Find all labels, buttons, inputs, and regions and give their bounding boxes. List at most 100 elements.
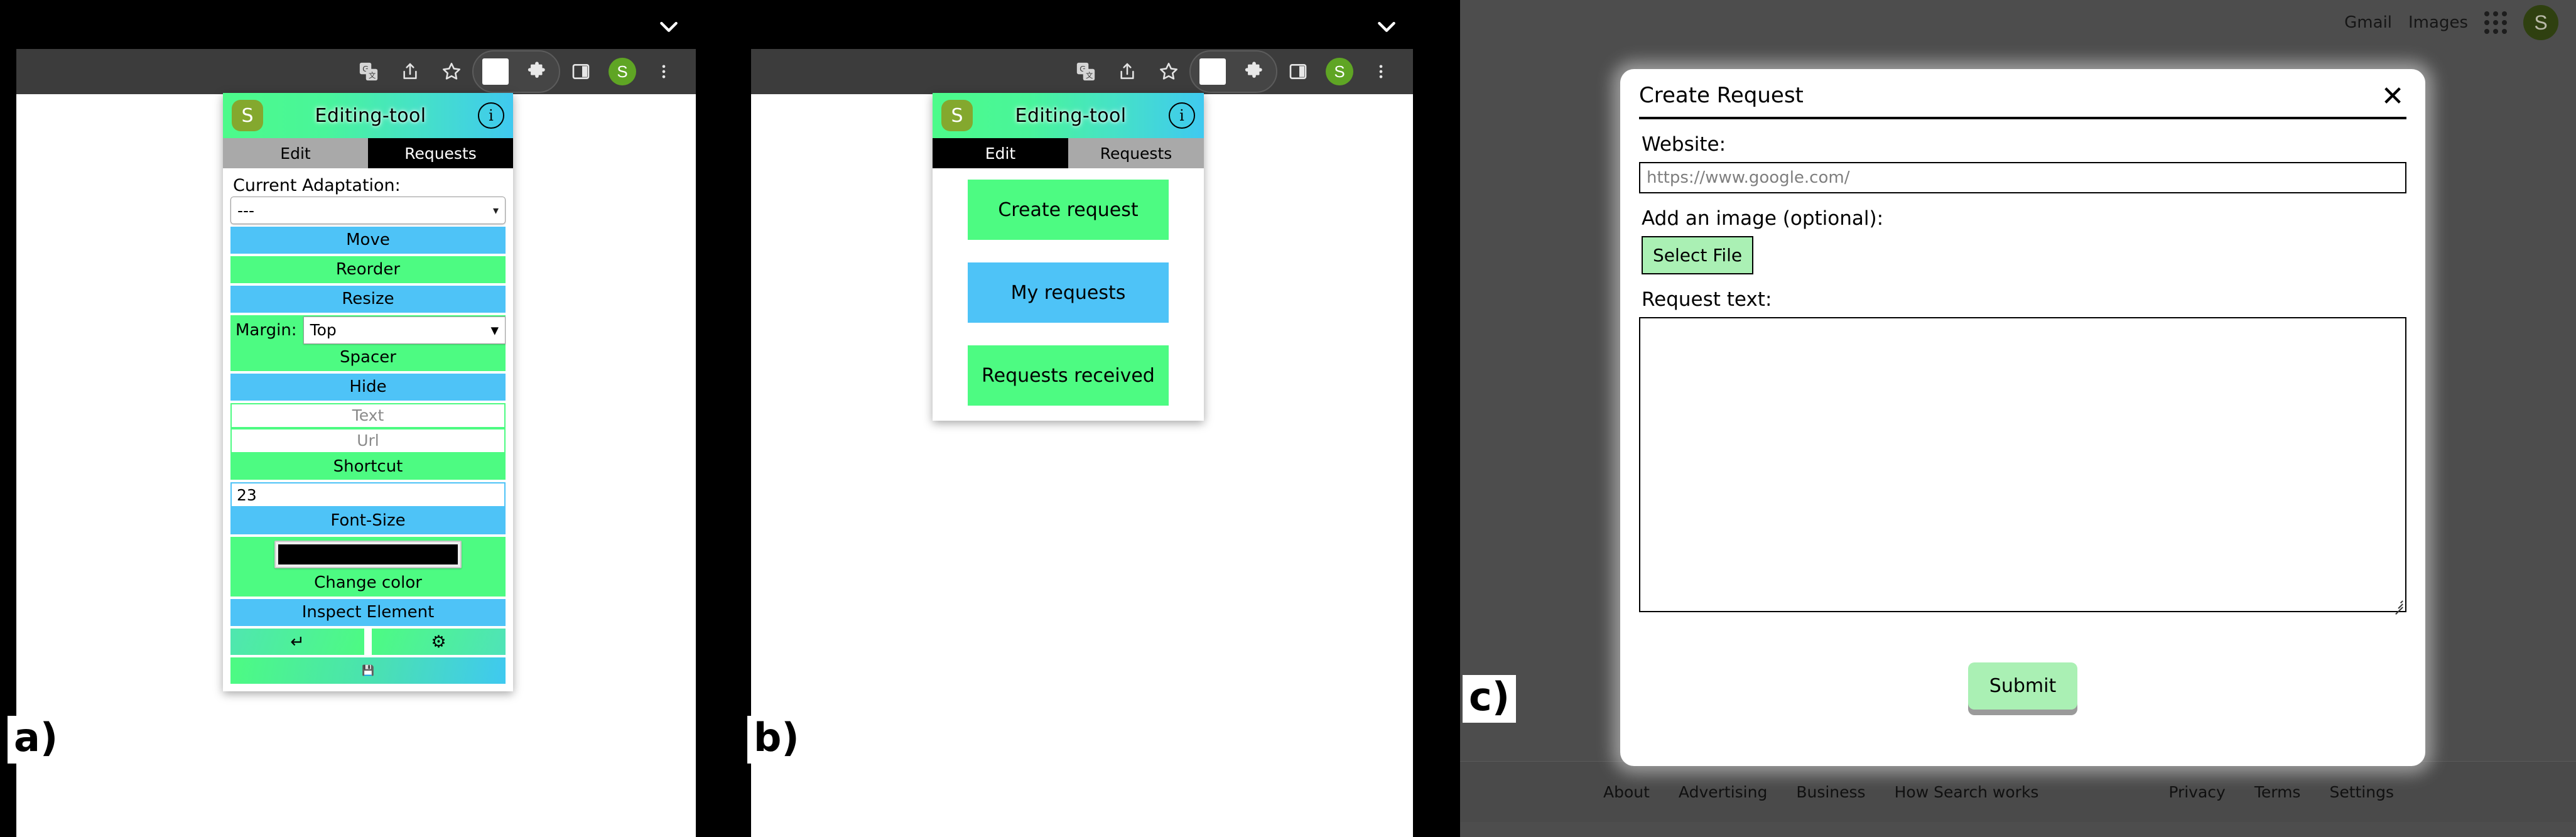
- save-floppy-icon[interactable]: 💾: [230, 657, 506, 684]
- select-file-button[interactable]: Select File: [1642, 236, 1754, 274]
- figure-panel-b: b) G文 S S Editing-tool i Edit Requests C…: [740, 0, 1413, 837]
- bookmark-star-icon[interactable]: [1148, 51, 1189, 92]
- footer-link-advertising[interactable]: Advertising: [1679, 783, 1767, 801]
- margin-label: Margin:: [235, 320, 297, 340]
- puzzle-piece-extensions-icon[interactable]: [516, 51, 558, 92]
- submit-button[interactable]: Submit: [1967, 662, 2078, 710]
- create-request-button[interactable]: Create request: [968, 180, 1169, 240]
- margin-row: Margin: Top ▾: [230, 315, 506, 344]
- translate-icon[interactable]: G文: [1065, 51, 1107, 92]
- request-text-textarea[interactable]: [1639, 317, 2406, 615]
- popup-body-edit-controls: Current Adaptation: --- ▾ Move Reorder R…: [223, 168, 513, 692]
- popup-title: Editing-tool: [1015, 104, 1127, 127]
- chevron-down-icon[interactable]: [1374, 14, 1399, 39]
- text-input[interactable]: Text: [230, 402, 506, 428]
- images-link[interactable]: Images: [2408, 13, 2468, 32]
- extension-popup-a: S Editing-tool i Edit Requests Current A…: [223, 93, 513, 692]
- share-icon[interactable]: [1107, 51, 1148, 92]
- inspect-element-button[interactable]: Inspect Element: [230, 599, 506, 627]
- figure-panel-a: a) G文 S S Editing-tool i Edit Requests C…: [0, 0, 696, 837]
- translate-icon[interactable]: G文: [348, 51, 389, 92]
- google-footer: About Advertising Business How Search wo…: [1460, 761, 2576, 822]
- spacer-group: Margin: Top ▾ Spacer: [230, 315, 506, 371]
- footer-link-business[interactable]: Business: [1796, 783, 1865, 801]
- chevron-down-icon: ▾: [492, 203, 499, 217]
- figure-panel-c: Gmail Images S About Advertising Busines…: [1460, 0, 2576, 837]
- spacer-button[interactable]: Spacer: [230, 344, 506, 371]
- reorder-button[interactable]: Reorder: [230, 256, 506, 283]
- avatar-letter: S: [609, 58, 636, 85]
- shortcut-button[interactable]: Shortcut: [230, 453, 506, 480]
- browser-top-strip-b: [740, 0, 1413, 50]
- hide-button[interactable]: Hide: [230, 373, 506, 401]
- browser-top-strip-a: [0, 0, 696, 50]
- close-x-icon[interactable]: ✕: [2379, 83, 2406, 111]
- bookmark-star-icon[interactable]: [431, 51, 472, 92]
- current-adaptation-value: ---: [237, 201, 255, 220]
- svg-text:文: 文: [369, 71, 376, 80]
- tab-requests[interactable]: Requests: [368, 138, 513, 168]
- request-text-label: Request text:: [1642, 288, 1772, 311]
- footer-link-privacy[interactable]: Privacy: [2168, 783, 2226, 801]
- margin-value: Top: [310, 321, 337, 340]
- footer-link-settings[interactable]: Settings: [2329, 783, 2394, 801]
- svg-text:文: 文: [1086, 71, 1093, 80]
- popup-logo: S: [232, 100, 263, 131]
- modal-titlebar: Create Request ✕: [1639, 83, 2406, 119]
- move-button[interactable]: Move: [230, 227, 506, 254]
- extension-white-square-icon[interactable]: [475, 51, 516, 92]
- change-color-group: Change color: [230, 537, 506, 597]
- create-request-modal: Create Request ✕ Website: https://www.go…: [1620, 69, 2425, 766]
- tab-edit[interactable]: Edit: [223, 138, 368, 168]
- font-size-button[interactable]: Font-Size: [230, 507, 506, 535]
- avatar[interactable]: S: [602, 51, 643, 92]
- resize-button[interactable]: Resize: [230, 285, 506, 313]
- footer-link-about[interactable]: About: [1603, 783, 1650, 801]
- modal-title: Create Request: [1639, 83, 1804, 108]
- popup-tabs-a: Edit Requests: [223, 138, 513, 168]
- side-panel-icon[interactable]: [1277, 51, 1319, 92]
- settings-gear-icon[interactable]: ⚙: [372, 629, 506, 656]
- tab-requests[interactable]: Requests: [1068, 138, 1204, 168]
- three-dot-menu-icon[interactable]: [643, 51, 685, 92]
- extension-white-square-icon[interactable]: [1192, 51, 1233, 92]
- undo-icon[interactable]: ↵: [230, 629, 364, 656]
- figure-label-a: a): [8, 716, 65, 764]
- icon-button-row: ↵ ⚙: [230, 629, 506, 656]
- my-requests-button[interactable]: My requests: [968, 262, 1169, 323]
- browser-toolbar-b: G文 S: [751, 49, 1413, 95]
- footer-link-terms[interactable]: Terms: [2254, 783, 2301, 801]
- popup-body-requests: Create request My requests Requests rece…: [933, 168, 1204, 421]
- avatar[interactable]: S: [1319, 51, 1360, 92]
- info-icon[interactable]: i: [1169, 102, 1195, 129]
- chevron-down-icon: ▾: [490, 321, 499, 340]
- google-header: Gmail Images S: [2344, 5, 2558, 40]
- requests-received-button[interactable]: Requests received: [968, 345, 1169, 406]
- margin-select[interactable]: Top ▾: [303, 316, 506, 344]
- font-size-input[interactable]: 23: [230, 482, 506, 508]
- current-adaptation-label: Current Adaptation:: [233, 176, 401, 195]
- tab-edit[interactable]: Edit: [933, 138, 1068, 168]
- website-input[interactable]: https://www.google.com/: [1639, 162, 2406, 193]
- share-icon[interactable]: [389, 51, 431, 92]
- color-picker-swatch[interactable]: [274, 541, 462, 569]
- submit-row: Submit: [1639, 662, 2406, 710]
- url-input[interactable]: Url: [230, 428, 506, 453]
- google-avatar[interactable]: S: [2523, 5, 2558, 40]
- font-size-group: 23 Font-Size: [230, 482, 506, 535]
- extension-pill-group: [1189, 50, 1277, 93]
- side-panel-icon[interactable]: [560, 51, 602, 92]
- puzzle-piece-extensions-icon[interactable]: [1233, 51, 1275, 92]
- color-swatch-wrap: [230, 537, 506, 570]
- info-icon[interactable]: i: [478, 102, 504, 129]
- footer-link-how-search-works[interactable]: How Search works: [1895, 783, 2039, 801]
- avatar-letter: S: [1326, 58, 1353, 85]
- gmail-link[interactable]: Gmail: [2344, 13, 2392, 32]
- popup-title: Editing-tool: [315, 104, 426, 127]
- resize-grip-icon[interactable]: [2391, 598, 2403, 615]
- current-adaptation-select[interactable]: --- ▾: [230, 197, 506, 224]
- three-dot-menu-icon[interactable]: [1360, 51, 1402, 92]
- change-color-button[interactable]: Change color: [230, 570, 506, 597]
- chevron-down-icon[interactable]: [656, 14, 681, 39]
- apps-grid-icon[interactable]: [2484, 11, 2507, 34]
